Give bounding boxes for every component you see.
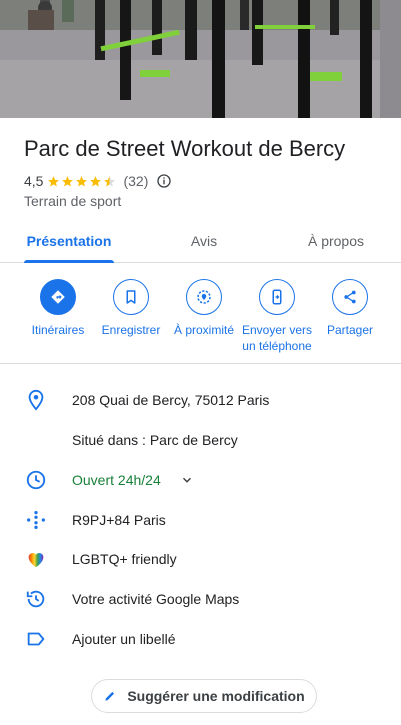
star-rating xyxy=(47,175,117,188)
label-icon xyxy=(24,627,48,651)
info-icon[interactable] xyxy=(156,173,172,189)
suggest-edit-button[interactable]: Suggérer une modification xyxy=(91,679,317,713)
located-in-row[interactable]: Situé dans : Parc de Bercy xyxy=(0,420,401,460)
hours-text: Ouvert 24h/24 xyxy=(72,472,161,488)
place-photo[interactable] xyxy=(0,0,401,118)
place-title: Parc de Street Workout de Bercy xyxy=(24,136,346,161)
plus-code-text: R9PJ+84 Paris xyxy=(72,512,166,528)
star-icon xyxy=(90,175,102,186)
suggest-edit-label: Suggérer une modification xyxy=(127,688,305,704)
save-button[interactable]: Enregistrer xyxy=(91,279,171,338)
place-category[interactable]: Terrain de sport xyxy=(24,193,121,209)
address-text: 208 Quai de Bercy, 75012 Paris xyxy=(72,392,270,408)
add-label-text: Ajouter un libellé xyxy=(72,631,176,647)
location-pin-icon xyxy=(24,388,48,412)
share-icon xyxy=(332,279,368,315)
star-icon xyxy=(62,175,74,186)
send-to-phone-button[interactable]: Envoyer vers un téléphone xyxy=(237,279,317,354)
address-row[interactable]: 208 Quai de Bercy, 75012 Paris xyxy=(0,380,401,420)
star-icon xyxy=(76,175,88,186)
nearby-button[interactable]: À proximité xyxy=(164,279,244,338)
tab-presentation[interactable]: Présentation xyxy=(24,222,114,263)
action-label: Partager xyxy=(326,323,374,337)
clock-icon xyxy=(24,468,48,492)
tab-label: Avis xyxy=(190,233,218,249)
history-icon xyxy=(24,587,48,611)
review-count[interactable]: (32) xyxy=(123,173,148,189)
tab-label: À propos xyxy=(307,233,365,249)
active-tab-indicator xyxy=(24,260,114,263)
nearby-icon xyxy=(186,279,222,315)
action-label: Enregistrer xyxy=(101,323,161,337)
located-in-text: Situé dans : Parc de Bercy xyxy=(72,432,238,448)
lgbtq-row[interactable]: LGBTQ+ friendly xyxy=(0,539,401,579)
plus-code-icon xyxy=(24,508,48,532)
hours-row[interactable]: Ouvert 24h/24 xyxy=(0,460,401,500)
star-icon xyxy=(48,175,60,186)
directions-button[interactable]: Itinéraires xyxy=(18,279,98,338)
action-label: Itinéraires xyxy=(31,323,85,337)
lgbtq-text: LGBTQ+ friendly xyxy=(72,551,177,567)
rating-row: 4,5 (32) xyxy=(24,171,172,191)
tab-about[interactable]: À propos xyxy=(300,222,372,262)
star-half-icon xyxy=(104,175,116,186)
tab-bar: Présentation Avis À propos xyxy=(0,222,401,263)
action-label: Envoyer vers un téléphone xyxy=(241,323,313,353)
activity-row[interactable]: Votre activité Google Maps xyxy=(0,579,401,619)
send-to-phone-icon xyxy=(259,279,295,315)
activity-text: Votre activité Google Maps xyxy=(72,591,240,607)
action-bar: Itinéraires Enregistrer À proximité Envo… xyxy=(0,264,401,364)
action-label: À proximité xyxy=(173,323,235,337)
rainbow-heart-icon xyxy=(24,547,48,571)
tab-reviews[interactable]: Avis xyxy=(174,222,234,262)
rating-value: 4,5 xyxy=(24,173,44,189)
chevron-down-icon[interactable] xyxy=(180,473,194,487)
share-button[interactable]: Partager xyxy=(310,279,390,338)
directions-icon xyxy=(40,279,76,315)
tab-label: Présentation xyxy=(26,233,112,249)
bookmark-icon xyxy=(113,279,149,315)
pencil-icon xyxy=(105,691,115,701)
add-label-row[interactable]: Ajouter un libellé xyxy=(0,619,401,659)
plus-code-row[interactable]: R9PJ+84 Paris xyxy=(0,500,401,540)
